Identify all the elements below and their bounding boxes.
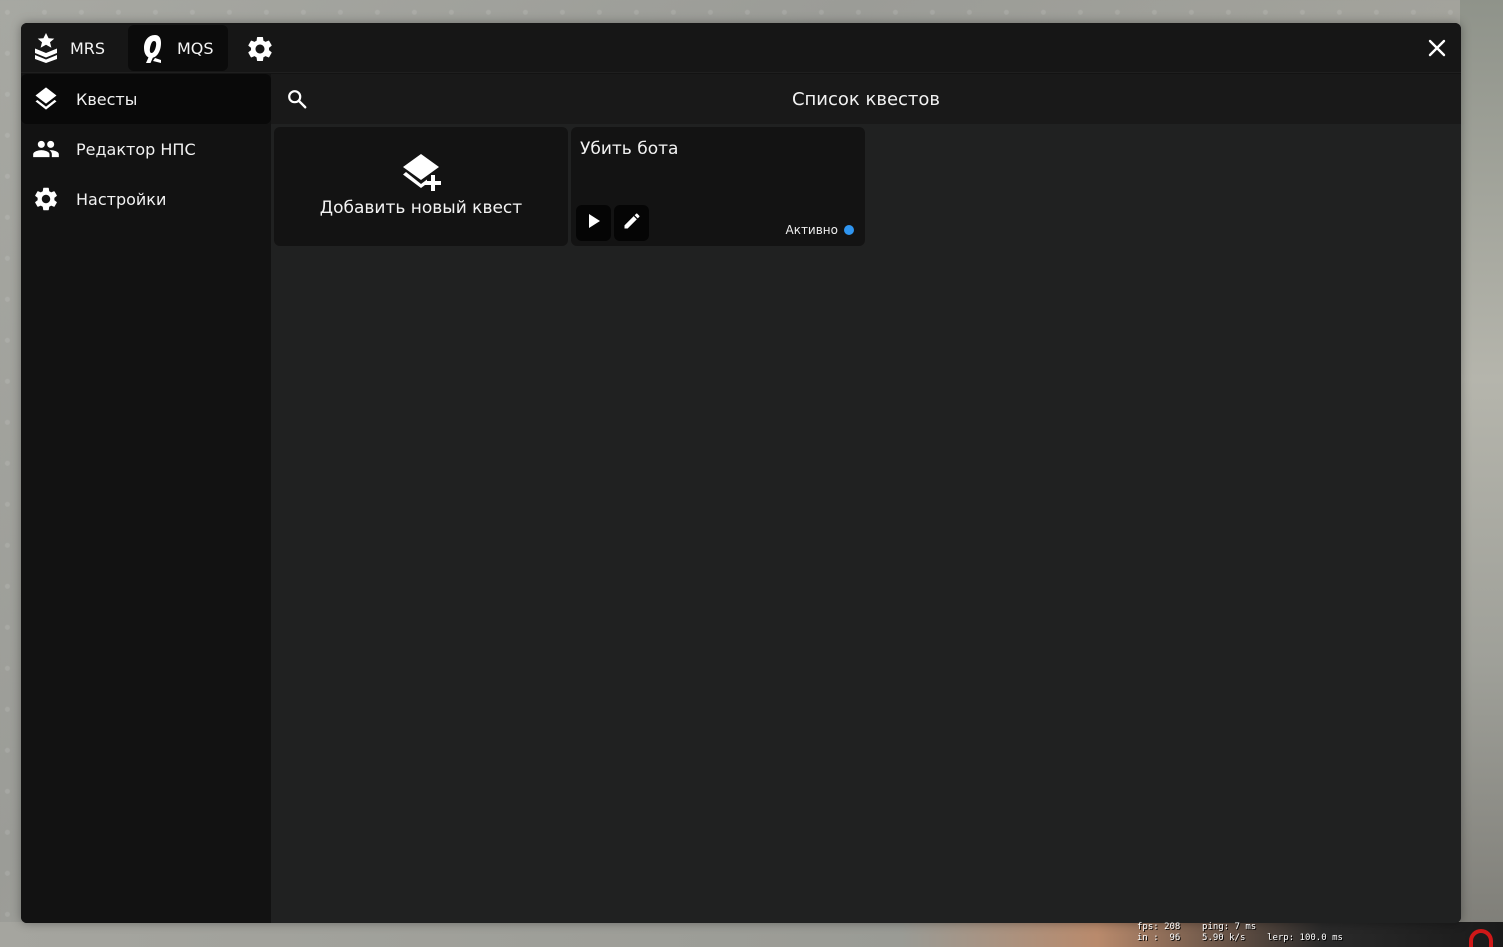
quest-logo-icon	[140, 33, 166, 63]
sidebar-item-label: Настройки	[76, 189, 167, 209]
game-background-right	[1460, 0, 1503, 947]
sidebar: Квесты Редактор НПС Настройки	[21, 74, 271, 923]
rank-icon	[33, 33, 59, 63]
hud-red-marker	[1469, 929, 1493, 947]
main-content: Список квестов Добавить новый квест Убит…	[271, 74, 1461, 923]
tab-mqs[interactable]: MQS	[128, 25, 228, 71]
quest-system-window: MRS MQS Квесты Редактор НПС Настройки Сп…	[21, 23, 1461, 923]
people-icon	[32, 135, 60, 163]
status-dot	[844, 225, 854, 235]
tab-mrs-label: MRS	[70, 38, 106, 58]
play-icon	[587, 213, 601, 233]
status-label: Активно	[785, 223, 838, 237]
sidebar-item-label: Квесты	[76, 89, 138, 109]
play-quest-button[interactable]	[576, 205, 611, 241]
search-bar: Список квестов	[271, 74, 1461, 124]
sidebar-item-settings[interactable]: Настройки	[21, 174, 271, 224]
settings-gear-icon[interactable]	[245, 34, 275, 64]
quest-card: Убить бота Активно	[571, 127, 865, 246]
quest-status: Активно	[785, 223, 854, 237]
search-icon[interactable]	[286, 88, 308, 110]
tab-mqs-label: MQS	[177, 38, 214, 58]
gear-icon	[32, 185, 60, 213]
add-quest-label: Добавить новый квест	[319, 197, 523, 218]
edit-quest-button[interactable]	[614, 205, 649, 241]
net-graph-overlay: fps: 208 ping: 7 ms in : 96 5.90 k/s lerp…	[1137, 922, 1343, 944]
sidebar-item-quests[interactable]: Квесты	[21, 74, 271, 124]
close-icon[interactable]	[1423, 34, 1451, 62]
sidebar-item-label: Редактор НПС	[76, 139, 196, 159]
sidebar-item-npc-editor[interactable]: Редактор НПС	[21, 124, 271, 174]
netgraph-line-1: fps: 208 ping: 7 ms	[1137, 922, 1257, 932]
layers-icon	[32, 85, 60, 113]
page-title: Список квестов	[791, 88, 941, 110]
pencil-icon	[622, 211, 642, 235]
top-bar: MRS MQS	[21, 23, 1461, 73]
tab-mrs[interactable]: MRS	[21, 25, 119, 71]
netgraph-line-2: in : 96 5.90 k/s lerp: 100.0 ms	[1137, 933, 1343, 943]
quest-title: Убить бота	[580, 139, 679, 159]
add-quest-card[interactable]: Добавить новый квест	[274, 127, 568, 246]
layers-plus-icon	[398, 152, 444, 196]
